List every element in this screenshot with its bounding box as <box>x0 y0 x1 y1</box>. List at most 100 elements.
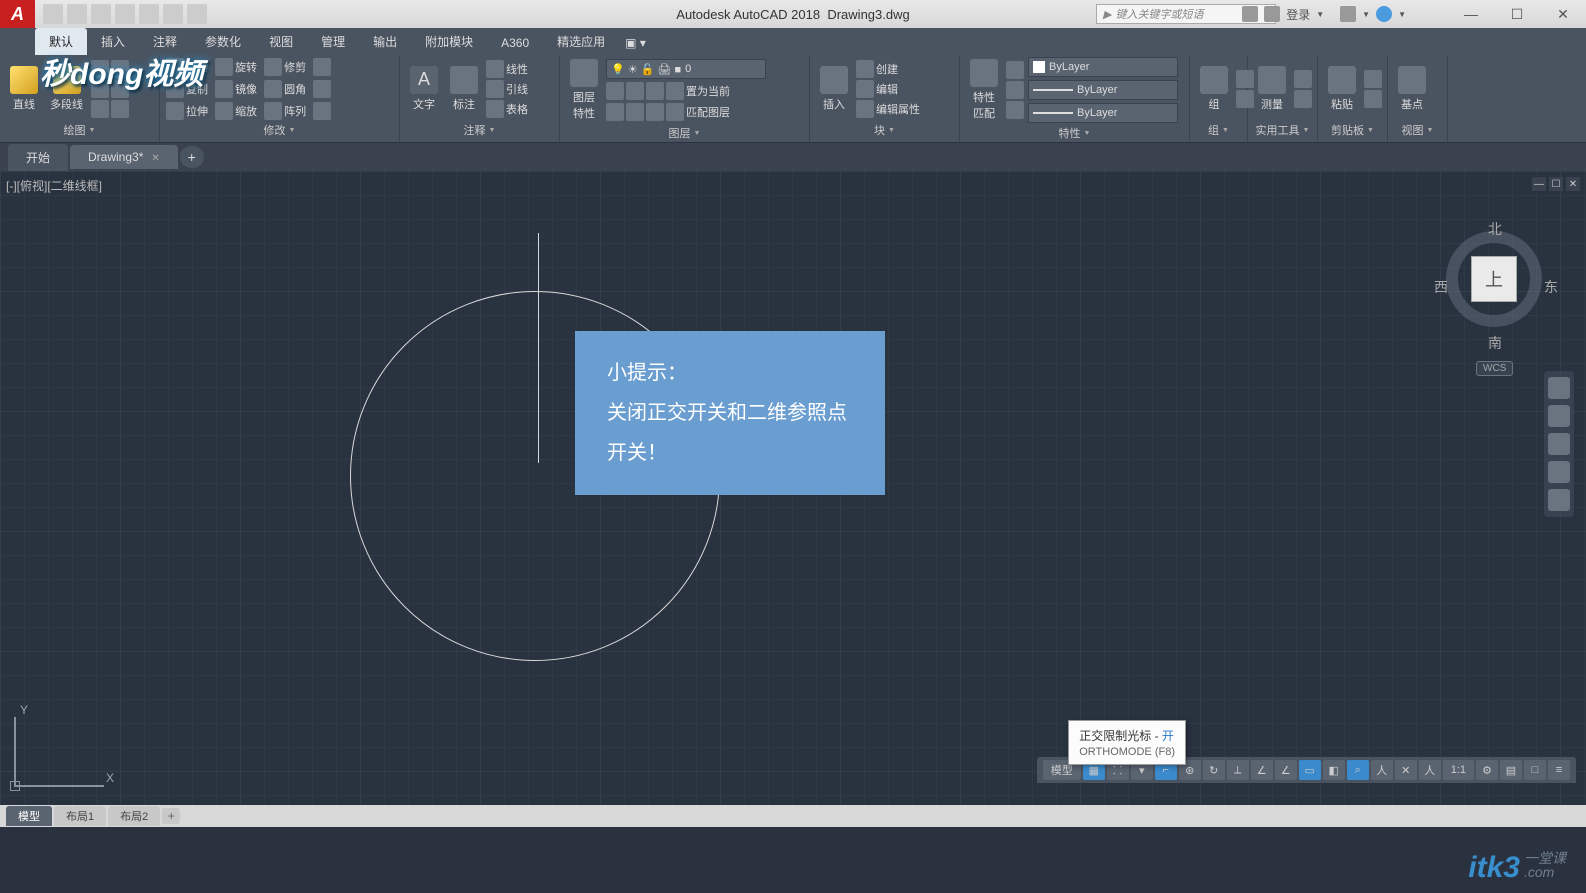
wcs-label[interactable]: WCS <box>1476 361 1513 376</box>
qat-redo-icon[interactable] <box>187 4 207 24</box>
fillet-icon[interactable] <box>264 80 282 98</box>
ext3-icon[interactable] <box>313 102 331 120</box>
panel-groups-label[interactable]: 组 <box>1196 120 1241 140</box>
mirror-icon[interactable] <box>215 80 233 98</box>
hatch-icon[interactable] <box>91 100 109 118</box>
ribbon-tab-addins[interactable]: 附加模块 <box>411 28 487 55</box>
osnap-toggle[interactable]: ⟂ <box>1227 760 1249 780</box>
st4[interactable]: ⚙ <box>1476 760 1498 780</box>
exchange-icon[interactable] <box>1242 6 1258 22</box>
layout-tab-1[interactable]: 布局1 <box>54 806 106 826</box>
panel-draw-label[interactable]: 绘图 <box>6 120 153 140</box>
qat-undo-icon[interactable] <box>163 4 183 24</box>
leader-icon[interactable] <box>486 80 504 98</box>
rotate-icon[interactable] <box>215 58 233 76</box>
transparency-toggle[interactable]: ◧ <box>1323 760 1345 780</box>
ribbon-tab-view[interactable]: 视图 <box>255 28 307 55</box>
u2-icon[interactable] <box>1294 90 1312 108</box>
panel-modify-label[interactable]: 修改 <box>166 120 393 140</box>
ribbon-tab-featured[interactable]: 精选应用 <box>543 28 619 55</box>
ribbon-tab-manage[interactable]: 管理 <box>307 28 359 55</box>
dim-button[interactable]: 标注 <box>446 64 482 114</box>
panel-clipboard-label[interactable]: 剪贴板 <box>1324 120 1381 140</box>
create-icon[interactable] <box>856 60 874 78</box>
line-button[interactable]: 直线 <box>6 64 42 114</box>
app-logo[interactable]: A <box>0 0 35 28</box>
panel-block-label[interactable]: 块 <box>816 120 953 140</box>
st7[interactable]: ≡ <box>1548 760 1570 780</box>
st3[interactable]: 人 <box>1419 760 1441 780</box>
p3-icon[interactable] <box>1006 101 1024 119</box>
close-button[interactable]: ✕ <box>1540 0 1586 28</box>
p2-icon[interactable] <box>1006 81 1024 99</box>
text-button[interactable]: A文字 <box>406 64 442 114</box>
compass-north[interactable]: 北 <box>1488 219 1502 239</box>
li5-icon[interactable] <box>606 103 624 121</box>
c2-icon[interactable] <box>1364 90 1382 108</box>
qat-plot-icon[interactable] <box>139 4 159 24</box>
li2-icon[interactable] <box>626 82 644 100</box>
edit-icon[interactable] <box>856 80 874 98</box>
nav-showmotion-icon[interactable] <box>1548 489 1570 511</box>
paste-button[interactable]: 粘贴 <box>1324 64 1360 114</box>
viewcube-face[interactable]: 上 <box>1471 256 1517 302</box>
layout-tab-add[interactable]: + <box>162 808 180 824</box>
drawn-line[interactable] <box>538 233 539 463</box>
panel-view-label[interactable]: 视图 <box>1394 120 1441 140</box>
panel-layers-label[interactable]: 图层 <box>566 123 803 143</box>
anno-scale[interactable]: 1:1 <box>1443 760 1474 780</box>
new-file-tab[interactable]: + <box>180 146 204 168</box>
base-button[interactable]: 基点 <box>1394 64 1430 114</box>
c1-icon[interactable] <box>1364 70 1382 88</box>
qat-new-icon[interactable] <box>43 4 63 24</box>
spline-icon[interactable] <box>111 100 129 118</box>
panel-annotation-label[interactable]: 注释 <box>406 120 553 140</box>
panel-properties-label[interactable]: 特性 <box>966 123 1183 143</box>
3dosnap-toggle[interactable]: ∠ <box>1251 760 1273 780</box>
li4-icon[interactable] <box>666 82 684 100</box>
viewcube[interactable]: 北 南 西 东 上 WCS <box>1436 201 1556 371</box>
measure-button[interactable]: 测量 <box>1254 64 1290 114</box>
lwt-toggle[interactable]: ▭ <box>1299 760 1321 780</box>
qat-save-icon[interactable] <box>91 4 111 24</box>
close-icon[interactable]: ✕ <box>151 153 159 164</box>
drawing-canvas[interactable]: [-][俯视][二维线框] — ☐ ✕ 小提示： 关闭正交开关和二维参照点开关！… <box>0 171 1586 805</box>
vp-max-icon[interactable]: ☐ <box>1549 177 1563 191</box>
li1-icon[interactable] <box>606 82 624 100</box>
otrack-toggle[interactable]: ∠ <box>1275 760 1297 780</box>
maximize-button[interactable]: ☐ <box>1494 0 1540 28</box>
help-icon[interactable] <box>1376 6 1392 22</box>
layout-tab-model[interactable]: 模型 <box>6 806 52 826</box>
nav-zoom-icon[interactable] <box>1548 433 1570 455</box>
login-area[interactable]: 登录 ▼ ▼ ▼ <box>1242 6 1406 23</box>
file-tab-drawing3[interactable]: Drawing3*✕ <box>70 145 178 169</box>
stretch-icon[interactable] <box>166 102 184 120</box>
st2[interactable]: ✕ <box>1395 760 1417 780</box>
vp-min-icon[interactable]: — <box>1532 177 1546 191</box>
trim-icon[interactable] <box>264 58 282 76</box>
insert-button[interactable]: 插入 <box>816 64 852 114</box>
vp-close-icon[interactable]: ✕ <box>1566 177 1580 191</box>
linetype-combo[interactable]: ByLayer <box>1028 103 1178 123</box>
compass-west[interactable]: 西 <box>1434 277 1448 297</box>
qat-open-icon[interactable] <box>67 4 87 24</box>
li6-icon[interactable] <box>626 103 644 121</box>
li8-icon[interactable] <box>666 103 684 121</box>
lineweight-combo[interactable]: ByLayer <box>1028 80 1178 100</box>
li7-icon[interactable] <box>646 103 664 121</box>
viewport-label[interactable]: [-][俯视][二维线框] <box>6 177 102 194</box>
st1[interactable]: 人 <box>1371 760 1393 780</box>
u1-icon[interactable] <box>1294 70 1312 88</box>
color-combo[interactable]: ByLayer <box>1028 57 1178 77</box>
st6[interactable]: □ <box>1524 760 1546 780</box>
nav-orbit-icon[interactable] <box>1548 461 1570 483</box>
table-icon[interactable] <box>486 100 504 118</box>
qat-saveas-icon[interactable] <box>115 4 135 24</box>
a360-icon[interactable] <box>1340 6 1356 22</box>
layout-tab-2[interactable]: 布局2 <box>108 806 160 826</box>
ribbon-tab-output[interactable]: 输出 <box>359 28 411 55</box>
ribbon-tab-extra[interactable]: ▣ ▾ <box>619 31 652 55</box>
iso-toggle[interactable]: ↻ <box>1203 760 1225 780</box>
linear-icon[interactable] <box>486 60 504 78</box>
compass-east[interactable]: 东 <box>1544 277 1558 297</box>
